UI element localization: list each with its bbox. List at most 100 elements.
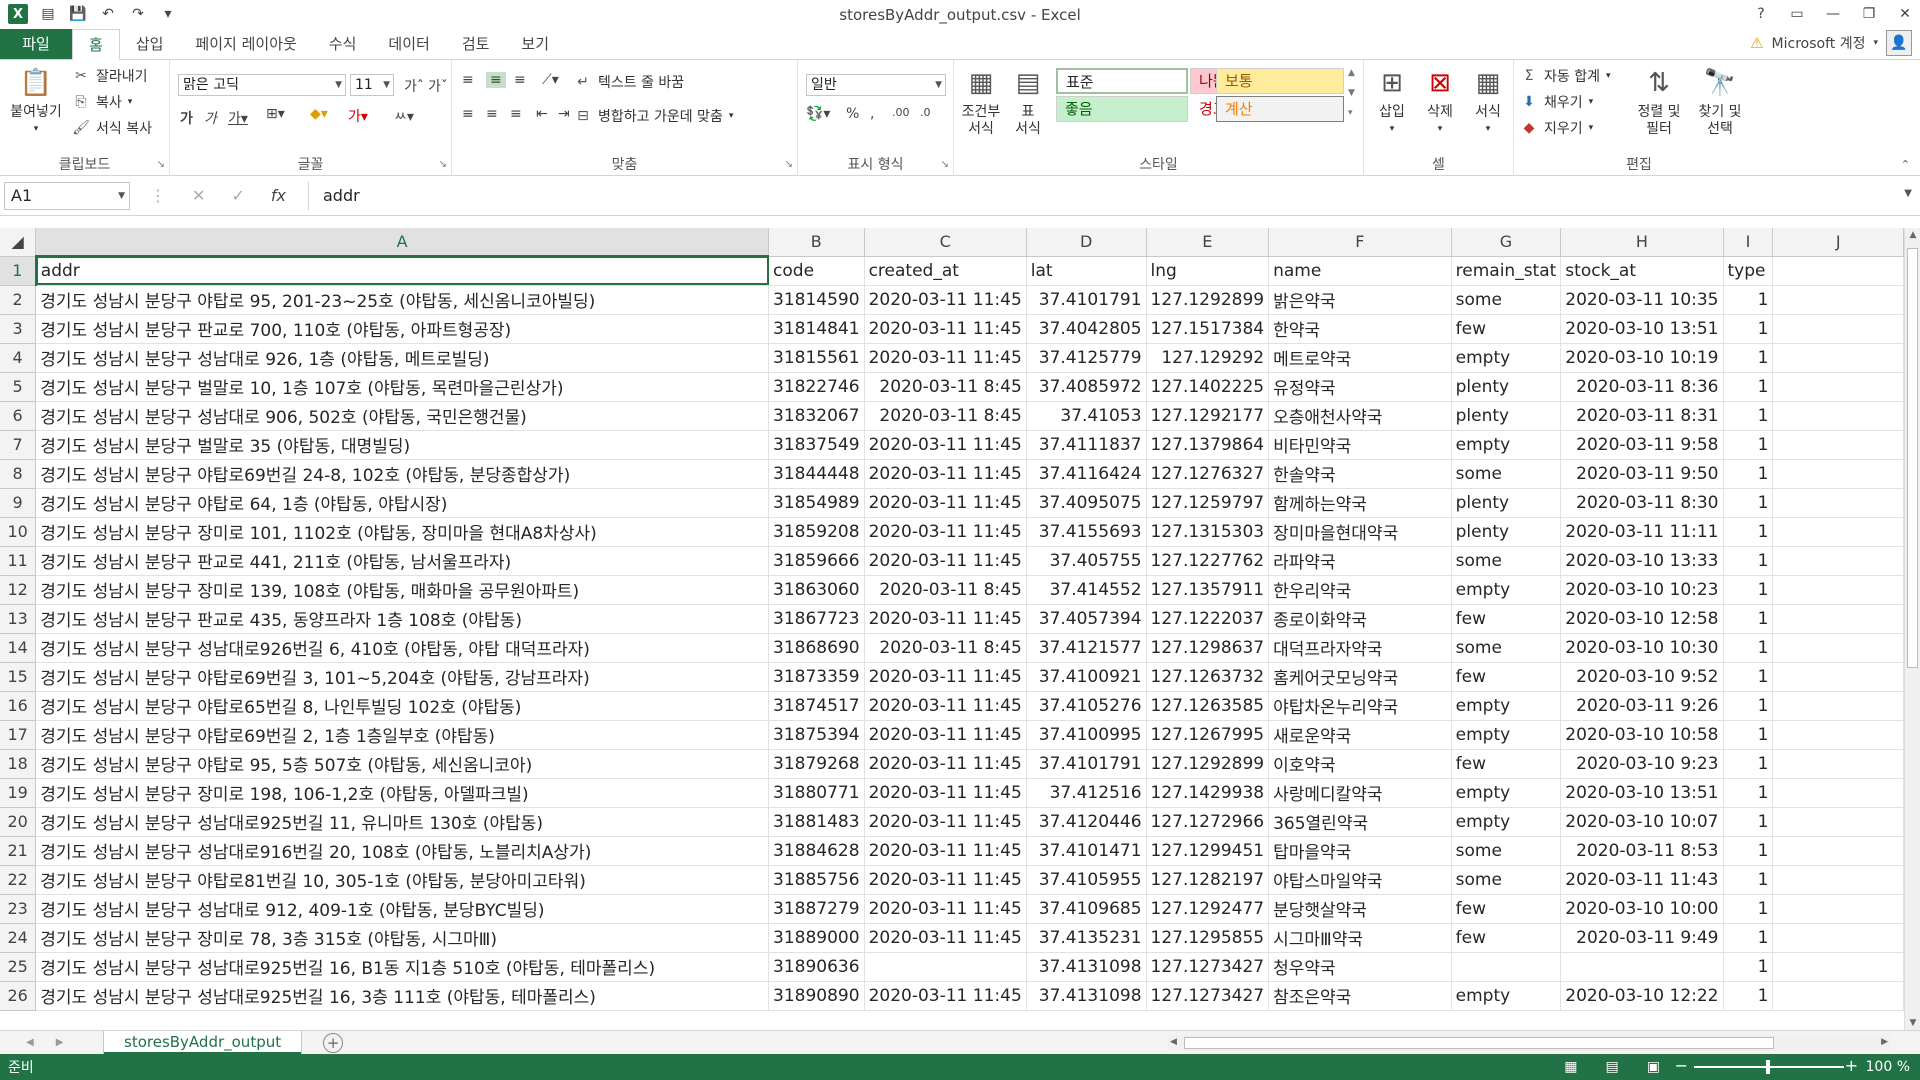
align-left-icon[interactable]: ≡ (462, 106, 474, 122)
grid-cell[interactable]: 야탑차온누리약국 (1268, 691, 1452, 721)
grid-cell[interactable]: 31885756 (768, 865, 865, 895)
restore-icon[interactable]: ❐ (1860, 6, 1878, 22)
autosum-button[interactable]: Σ 자동 합계 ▾ (1520, 66, 1611, 86)
grid-cell[interactable]: 경기도 성남시 분당구 성남대로 926, 1층 (야탑동, 메트로빌딩) (35, 343, 770, 373)
zoom-in-icon[interactable]: + (1845, 1056, 1858, 1075)
grid-cell[interactable]: empty (1451, 807, 1562, 837)
grid-cell[interactable]: 31875394 (768, 720, 865, 750)
grid-cell[interactable]: 라파약국 (1268, 546, 1452, 576)
grid-cell[interactable]: empty (1451, 778, 1562, 808)
decrease-decimal-icon[interactable]: .0 (920, 106, 931, 119)
grid-cell[interactable]: 2020-03-11 11:45 (864, 546, 1027, 576)
grid-cell[interactable]: 31868690 (768, 633, 865, 663)
scroll-down-icon[interactable]: ▼ (1348, 88, 1355, 98)
row-header[interactable]: 20 (0, 807, 37, 837)
tab-insert[interactable]: 삽입 (120, 29, 180, 59)
grid-cell[interactable]: 127.129292 (1146, 343, 1270, 373)
grid-cell[interactable]: 2020-03-11 10:35 (1560, 285, 1724, 315)
grid-cell[interactable]: 37.4085972 (1026, 372, 1147, 402)
zoom-level[interactable]: 100 % (1866, 1059, 1910, 1075)
fill-color-icon[interactable]: ◆▾ (310, 106, 328, 122)
grid-cell[interactable]: 경기도 성남시 분당구 성남대로 906, 502호 (야탑동, 국민은행건물) (35, 401, 770, 431)
grid-cell[interactable] (1772, 865, 1904, 895)
grid-cell[interactable]: some (1451, 546, 1562, 576)
grid-cell[interactable]: 31854989 (768, 488, 865, 518)
grid-cell[interactable]: 2020-03-11 11:45 (864, 981, 1027, 1011)
grid-cell[interactable]: 대덕프라자약국 (1268, 633, 1452, 663)
accounting-format-icon[interactable]: 💱▾ (806, 106, 830, 122)
row-header[interactable]: 18 (0, 749, 37, 779)
format-as-table-button[interactable]: ▤ 표 서식 (1006, 66, 1050, 138)
grid-cell[interactable]: 경기도 성남시 분당구 장미로 78, 3층 315호 (야탑동, 시그마Ⅲ) (35, 923, 770, 953)
grid-cell[interactable]: 37.4116424 (1026, 459, 1147, 489)
grid-cell[interactable]: 31879268 (768, 749, 865, 779)
tab-page-layout[interactable]: 페이지 레이아웃 (179, 29, 312, 59)
grid-cell[interactable]: 127.1263585 (1146, 691, 1270, 721)
grid-cell[interactable]: 경기도 성남시 분당구 야탑로69번길 2, 1층 1층일부호 (야탑동) (35, 720, 770, 750)
grid-cell[interactable] (1772, 807, 1904, 837)
grid-cell[interactable]: 2020-03-10 9:52 (1560, 662, 1724, 692)
grid-cell[interactable]: empty (1451, 691, 1562, 721)
grid-cell[interactable]: few (1451, 923, 1562, 953)
grid-cell[interactable]: 37.4101471 (1026, 836, 1147, 866)
grid-cell[interactable]: 1 (1723, 546, 1774, 576)
paste-button[interactable]: 📋 붙여넣기 ▾ (6, 66, 66, 138)
row-header[interactable]: 9 (0, 488, 37, 518)
grid-cell[interactable]: 2020-03-11 11:45 (864, 430, 1027, 460)
percent-icon[interactable]: % (846, 106, 859, 122)
grid-cell[interactable]: 2020-03-10 12:22 (1560, 981, 1724, 1011)
grid-cell[interactable]: 야탑스마일약국 (1268, 865, 1452, 895)
grow-font-icon[interactable]: 가ˆ (404, 76, 424, 96)
grid-cell[interactable]: 127.1292477 (1146, 894, 1270, 924)
grid-cell[interactable]: few (1451, 604, 1562, 634)
grid-cell[interactable]: few (1451, 894, 1562, 924)
grid-cell[interactable]: 탑마을약국 (1268, 836, 1452, 866)
prev-sheet-icon[interactable]: ◀ (26, 1037, 34, 1048)
grid-cell[interactable]: 2020-03-10 9:23 (1560, 749, 1724, 779)
grid-cell[interactable] (1772, 459, 1904, 489)
grid-cell[interactable]: 2020-03-11 11:45 (864, 865, 1027, 895)
grid-cell[interactable]: 127.1429938 (1146, 778, 1270, 808)
grid-cell[interactable]: 37.405755 (1026, 546, 1147, 576)
account-name[interactable]: Microsoft 계정 (1772, 33, 1866, 53)
bold-icon[interactable]: 가 (180, 108, 193, 128)
fill-button[interactable]: ⬇ 채우기 ▾ (1520, 92, 1593, 112)
tab-view[interactable]: 보기 (505, 29, 565, 59)
grid-cell[interactable]: 127.1292899 (1146, 285, 1270, 315)
grid-cell[interactable]: 경기도 성남시 분당구 성남대로925번길 16, 3층 111호 (야탑동, … (35, 981, 770, 1011)
grid-cell[interactable]: 1 (1723, 981, 1774, 1011)
grid-cell[interactable]: 경기도 성남시 분당구 야탑로69번길 3, 101~5,204호 (야탑동, … (35, 662, 770, 692)
grid-cell[interactable]: 37.4100921 (1026, 662, 1147, 692)
grid-cell[interactable]: 경기도 성남시 분당구 성남대로925번길 11, 유니마트 130호 (야탑동… (35, 807, 770, 837)
border-icon[interactable]: ⊞▾ (266, 106, 285, 122)
grid-cell[interactable]: 2020-03-10 13:51 (1560, 314, 1724, 344)
grid-cell[interactable]: 127.1517384 (1146, 314, 1270, 344)
row-header[interactable]: 8 (0, 459, 37, 489)
grid-cell[interactable]: lng (1146, 256, 1270, 286)
grid-cell[interactable]: 종로이화약국 (1268, 604, 1452, 634)
grid-cell[interactable] (1772, 488, 1904, 518)
font-name-select[interactable]: 맑은 고딕 ▼ (178, 74, 346, 96)
column-header[interactable]: G (1451, 228, 1562, 257)
column-header[interactable]: H (1560, 228, 1724, 257)
grid-cell[interactable]: 1 (1723, 778, 1774, 808)
grid-cell[interactable]: 분당햇살약국 (1268, 894, 1452, 924)
italic-icon[interactable]: 가 (204, 108, 217, 128)
grid-cell[interactable]: 1 (1723, 488, 1774, 518)
ribbon-display-icon[interactable]: ▭ (1788, 6, 1806, 22)
grid-cell[interactable]: 37.4155693 (1026, 517, 1147, 547)
row-header[interactable]: 14 (0, 633, 37, 663)
grid-cell[interactable] (1772, 604, 1904, 634)
row-header[interactable]: 26 (0, 981, 37, 1011)
grid-cell[interactable]: 365열린약국 (1268, 807, 1452, 837)
comma-style-icon[interactable]: , (870, 106, 874, 122)
grid-cell[interactable]: 1 (1723, 430, 1774, 460)
align-middle-icon[interactable]: ≡ (486, 72, 506, 88)
grid-cell[interactable] (1772, 401, 1904, 431)
row-header[interactable]: 7 (0, 430, 37, 460)
redo-icon[interactable]: ↷ (128, 4, 148, 24)
grid-cell[interactable]: 2020-03-10 12:58 (1560, 604, 1724, 634)
grid-cell[interactable]: code (768, 256, 865, 286)
grid-cell[interactable]: 37.4100995 (1026, 720, 1147, 750)
increase-decimal-icon[interactable]: .00 (892, 106, 910, 119)
